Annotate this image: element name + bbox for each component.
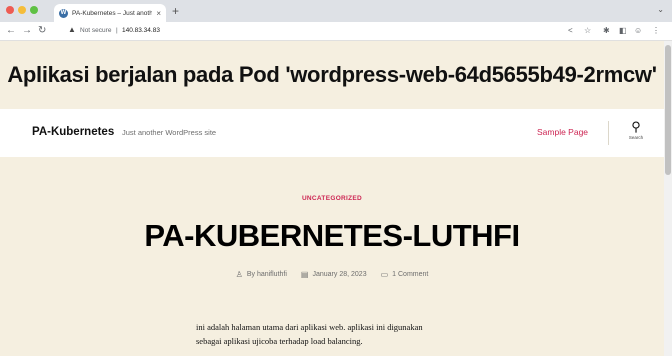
- post-date[interactable]: ▤ January 28, 2023: [301, 270, 367, 279]
- minimize-window-button[interactable]: [18, 6, 26, 14]
- header-divider: [608, 121, 609, 145]
- reload-icon[interactable]: ↻: [38, 25, 46, 37]
- post-body-line: ini adalah halaman utama dari aplikasi w…: [196, 322, 423, 332]
- extensions-icon[interactable]: ✱: [603, 25, 610, 37]
- site-description: Just another WordPress site: [122, 128, 217, 137]
- warning-icon[interactable]: ▲: [68, 25, 76, 34]
- post-author-text: By hanifluthfi: [246, 271, 287, 278]
- forward-icon[interactable]: →: [22, 25, 32, 37]
- post-comments[interactable]: ▭ 1 Comment: [381, 270, 429, 279]
- browser-tab[interactable]: W PA-Kubernetes – Just anoth ×: [54, 4, 166, 22]
- security-status[interactable]: Not secure: [80, 27, 111, 34]
- back-icon[interactable]: ←: [6, 25, 16, 37]
- wordpress-favicon-icon: W: [59, 8, 68, 18]
- browser-tab-bar: W PA-Kubernetes – Just anoth × + ⌄: [0, 0, 672, 22]
- post-body: ini adalah halaman utama dari aplikasi w…: [196, 320, 486, 348]
- browser-toolbar: ← → ↻ ▲ Not secure | 140.83.34.83 < ☆ ✱ …: [0, 22, 672, 41]
- profile-icon[interactable]: ☺: [634, 25, 642, 37]
- post-meta: ♙ By hanifluthfi ▤ January 28, 2023 ▭ 1 …: [0, 270, 664, 279]
- window-controls: [6, 6, 38, 14]
- tab-close-icon[interactable]: ×: [156, 9, 161, 18]
- post-date-text: January 28, 2023: [312, 271, 367, 278]
- post-comments-text: 1 Comment: [392, 271, 429, 278]
- post-content: UNCATEGORIZED PA-KUBERNETES-LUTHFI ♙ By …: [0, 157, 664, 356]
- post-title: PA-KUBERNETES-LUTHFI: [144, 218, 520, 253]
- calendar-icon: ▤: [300, 270, 309, 279]
- maximize-window-button[interactable]: [30, 6, 38, 14]
- site-header: PA-Kubernetes Just another WordPress sit…: [0, 109, 664, 157]
- search-icon: ⚲: [631, 119, 641, 134]
- post-author[interactable]: ♙ By hanifluthfi: [236, 270, 287, 279]
- share-icon[interactable]: <: [568, 25, 573, 37]
- pod-banner-text: Aplikasi berjalan pada Pod 'wordpress-we…: [7, 62, 657, 87]
- site-title[interactable]: PA-Kubernetes: [32, 126, 114, 138]
- new-tab-button[interactable]: +: [172, 4, 179, 18]
- comment-icon: ▭: [380, 270, 389, 279]
- menu-icon[interactable]: ⋮: [652, 25, 660, 37]
- page-scrollbar[interactable]: [664, 41, 672, 356]
- pod-banner: Aplikasi berjalan pada Pod 'wordpress-we…: [0, 41, 664, 109]
- close-window-button[interactable]: [6, 6, 14, 14]
- tab-title: PA-Kubernetes – Just anoth: [72, 9, 153, 17]
- search-button[interactable]: ⚲ Search: [620, 119, 652, 147]
- scrollbar-thumb[interactable]: [665, 45, 671, 175]
- menu-item-sample-page[interactable]: Sample Page: [537, 127, 588, 137]
- search-label: Search: [628, 135, 644, 140]
- user-icon: ♙: [235, 270, 243, 279]
- post-category[interactable]: UNCATEGORIZED: [0, 195, 664, 202]
- address-bar-url[interactable]: 140.83.34.83: [122, 27, 160, 34]
- star-icon[interactable]: ☆: [584, 25, 591, 37]
- post-body-line: sebagai aplikasi ujicoba terhadap load b…: [196, 336, 363, 346]
- address-separator: |: [116, 27, 118, 34]
- tab-search-chevron-icon[interactable]: ⌄: [657, 5, 664, 14]
- sidebar-icon[interactable]: ◧: [619, 25, 627, 37]
